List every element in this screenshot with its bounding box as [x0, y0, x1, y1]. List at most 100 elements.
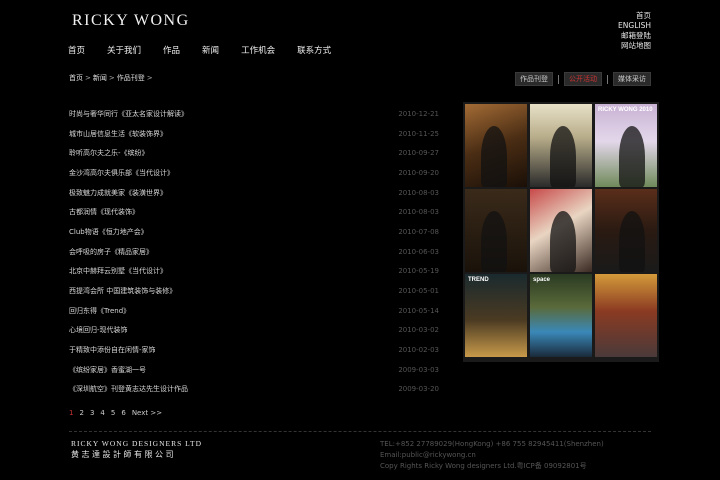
footer-email[interactable]: Email:public@rickywong.cn [380, 450, 604, 461]
gallery-thumb-event-photo[interactable]: RICKY WONG 2010 [595, 104, 657, 187]
article-title[interactable]: 古都润情《现代装饰》 [69, 207, 139, 217]
article-title[interactable]: 会呼吸的房子《精品家居》 [69, 247, 153, 257]
gallery-thumb-event-photo[interactable] [465, 104, 527, 187]
page-link[interactable]: 2 [79, 409, 83, 417]
gallery-thumb-event-photo[interactable] [530, 189, 592, 272]
nav-item-about[interactable]: 关于我们 [107, 44, 141, 56]
footer-copyright: Copy Rights Ricky Wong designers Ltd.粤IC… [380, 462, 587, 470]
nav-item-careers[interactable]: 工作机会 [241, 44, 275, 56]
breadcrumb-separator: > [85, 74, 91, 82]
article-title[interactable]: 回归东得《Trend》 [69, 306, 130, 316]
article-date: 2009-03-20 [398, 385, 439, 394]
gallery-thumb-magazine-cover[interactable] [595, 274, 657, 357]
article-row[interactable]: 金沙湾高尔夫俱乐部《当代设计》 2010-09-20 [69, 163, 439, 183]
breadcrumb-separator: > [108, 74, 115, 82]
tab-separator [607, 74, 608, 84]
person-silhouette [481, 126, 507, 187]
top-link-email-login[interactable]: 邮箱登陆 [618, 31, 651, 41]
article-date: 2010-03-02 [398, 326, 439, 335]
article-row[interactable]: 会呼吸的房子《精品家居》 2010-06-03 [69, 242, 439, 262]
breadcrumb-separator: > [146, 74, 153, 82]
article-title[interactable]: 《深圳航空》刊登黄志达先生设计作品 [69, 384, 188, 394]
article-row[interactable]: 古都润情《现代装饰》 2010-08-03 [69, 202, 439, 222]
page-link[interactable]: 1 [69, 409, 73, 417]
article-date: 2010-05-01 [398, 287, 439, 296]
article-row[interactable]: 回归东得《Trend》 2010-05-14 [69, 301, 439, 321]
article-row[interactable]: 心境回归-现代装饰 2010-03-02 [69, 321, 439, 341]
tab-interviews[interactable]: 媒体采访 [613, 72, 651, 86]
footer-logo-cn: 黄志達設計師有限公司 [71, 450, 176, 459]
person-silhouette [619, 211, 645, 272]
photo-gallery: RICKY WONG 2010 TREND space [463, 102, 659, 362]
pagination: 1 2 3 4 5 6 Next >> [69, 409, 168, 417]
article-row[interactable]: 《深圳航空》刊登黄志达先生设计作品 2009-03-20 [69, 380, 439, 400]
gallery-thumb-event-photo[interactable] [595, 189, 657, 272]
footer-tel: TEL:+852 27789029(HongKong) +86 755 8294… [380, 440, 604, 448]
article-row[interactable]: 时尚与奢华同行《亚太名家设计解读》 2010-12-21 [69, 104, 439, 124]
gallery-thumb-event-photo[interactable] [465, 189, 527, 272]
article-title[interactable]: 极致魅力成就美家《装潢世界》 [69, 188, 167, 198]
footer-logo-en: RICKY WONG DESIGNERS LTD [71, 439, 203, 448]
article-row[interactable]: 西提湾会所 中国建筑装饰与装修》 2010-05-01 [69, 281, 439, 301]
article-title[interactable]: Club物语《恒力地产会》 [69, 227, 148, 237]
page-link[interactable]: 3 [90, 409, 94, 417]
breadcrumb-home[interactable]: 首页 [69, 74, 83, 82]
article-row[interactable]: 聆听高尔夫之乐-《缤纷》 2010-09-27 [69, 143, 439, 163]
gallery-caption: space [533, 277, 551, 283]
article-title[interactable]: 城市山居信息生活《软装饰界》 [69, 129, 167, 139]
article-date: 2010-09-27 [398, 149, 439, 158]
breadcrumb: 首页 > 新闻 > 作品刊登 > [69, 73, 155, 83]
person-silhouette [481, 211, 507, 272]
article-date: 2009-03-03 [398, 365, 439, 374]
article-date: 2010-06-03 [398, 247, 439, 256]
article-date: 2010-05-19 [398, 267, 439, 276]
main-nav: 首页 关于我们 作品 新闻 工作机会 联系方式 [68, 44, 353, 56]
article-title[interactable]: 聆听高尔夫之乐-《缤纷》 [69, 148, 149, 158]
article-row[interactable]: 于精致中添份自在闲情-家饰 2010-02-03 [69, 340, 439, 360]
gallery-thumb-event-photo[interactable] [530, 104, 592, 187]
nav-item-home[interactable]: 首页 [68, 44, 85, 56]
page-link[interactable]: 5 [111, 409, 115, 417]
footer-logo: RICKY WONG DESIGNERS LTD 黄志達設計師有限公司 [71, 439, 202, 460]
article-date: 2010-08-03 [398, 208, 439, 217]
gallery-thumb-magazine-cover[interactable]: space [530, 274, 592, 357]
page-link[interactable]: 4 [100, 409, 104, 417]
site-logo[interactable]: RICKY WONG [72, 12, 190, 30]
tab-separator [558, 74, 559, 84]
article-title[interactable]: 心境回归-现代装饰 [69, 325, 128, 335]
article-list: 时尚与奢华同行《亚太名家设计解读》 2010-12-21 城市山居信息生活《软装饰界… [69, 104, 439, 399]
article-row[interactable]: 《缤纷家居》香蜜湖一号 2009-03-03 [69, 360, 439, 380]
footer-info: TEL:+852 27789029(HongKong) +86 755 8294… [380, 439, 604, 472]
nav-item-news[interactable]: 新闻 [202, 44, 219, 56]
breadcrumb-current: 作品刊登 [116, 74, 145, 82]
tab-publications[interactable]: 作品刊登 [515, 72, 553, 86]
article-title[interactable]: 金沙湾高尔夫俱乐部《当代设计》 [69, 168, 174, 178]
nav-item-contact[interactable]: 联系方式 [297, 44, 331, 56]
article-title[interactable]: 北京中赫拜云别墅《当代设计》 [69, 266, 167, 276]
article-title[interactable]: 时尚与奢华同行《亚太名家设计解读》 [69, 109, 188, 119]
breadcrumb-news[interactable]: 新闻 [93, 74, 107, 82]
article-row[interactable]: 极致魅力成就美家《装潢世界》 2010-08-03 [69, 183, 439, 203]
page-link[interactable]: 6 [121, 409, 125, 417]
utility-links: 首页 ENGLISH 邮箱登陆 网站地图 [618, 11, 651, 51]
next-page-link[interactable]: Next >> [132, 409, 162, 417]
article-title[interactable]: 西提湾会所 中国建筑装饰与装修》 [69, 286, 176, 296]
article-date: 2010-08-03 [398, 188, 439, 197]
nav-item-works[interactable]: 作品 [163, 44, 180, 56]
top-link-english[interactable]: ENGLISH [618, 21, 651, 31]
person-silhouette [550, 211, 576, 272]
person-silhouette [550, 126, 576, 187]
gallery-thumb-magazine-cover[interactable]: TREND [465, 274, 527, 357]
top-link-sitemap[interactable]: 网站地图 [618, 41, 651, 51]
article-title[interactable]: 《缤纷家居》香蜜湖一号 [69, 365, 146, 375]
article-date: 2010-11-25 [398, 129, 439, 138]
article-date: 2010-12-21 [398, 109, 439, 118]
top-link-home[interactable]: 首页 [618, 11, 651, 21]
article-date: 2010-05-14 [398, 306, 439, 315]
tab-events[interactable]: 公开活动 [564, 72, 602, 86]
article-row[interactable]: 城市山居信息生活《软装饰界》 2010-11-25 [69, 124, 439, 144]
article-title[interactable]: 于精致中添份自在闲情-家饰 [69, 345, 156, 355]
article-row[interactable]: Club物语《恒力地产会》 2010-07-08 [69, 222, 439, 242]
article-row[interactable]: 北京中赫拜云别墅《当代设计》 2010-05-19 [69, 262, 439, 282]
footer-divider [69, 431, 651, 432]
